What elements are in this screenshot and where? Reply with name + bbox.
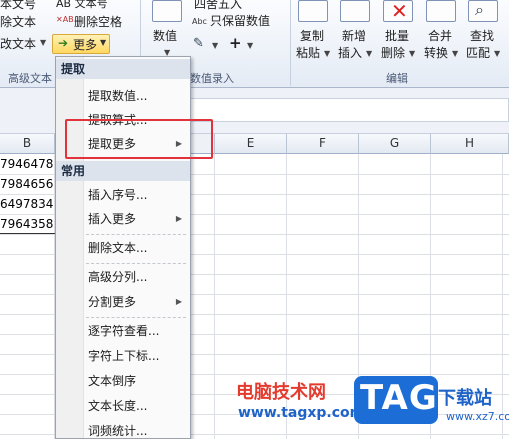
plus-icon[interactable]: + [229,34,242,52]
menu-item-insert-sequence[interactable]: 插入序号... [56,184,190,206]
menu-item-char-view[interactable]: 逐字符查看... [56,320,190,342]
merge-icon[interactable] [426,0,456,22]
menu-item-split-more[interactable]: 分割更多 ▶ [56,291,190,313]
delete-space-icon: ✕AB [56,15,74,24]
formula-input[interactable] [190,98,509,122]
menu-separator [86,234,186,235]
search-icon[interactable]: ⌕ [468,0,498,22]
watermark-site: 下载站 [438,388,492,409]
menu-item-label: 删除文本... [88,241,148,255]
watermark-url: www.tagxp.com [238,405,365,421]
menu-item-advanced-split[interactable]: 高级分列... [56,266,190,288]
number-icon[interactable] [152,0,182,22]
highlight-box [65,119,213,159]
menu-item-label: 分割更多 [88,295,137,309]
chevron-down-icon: ▼ [324,49,331,58]
watermark-title: 电脑技术网 [236,382,326,403]
column-header-b[interactable]: B [0,134,55,154]
copy-button-line2[interactable]: 粘贴 [296,45,320,61]
insert-icon[interactable] [340,0,370,22]
submenu-arrow-icon: ▶ [175,214,182,223]
chevron-down-icon: ▼ [409,49,416,58]
menu-item-label: 文本长度... [88,399,148,413]
insert-button-line1[interactable]: 新增 [342,28,366,44]
column-header-h[interactable]: H [431,134,509,154]
delete-button-line2[interactable]: 删除 [381,45,405,61]
cell-b-3[interactable]: 6497834 [0,194,55,214]
find-button-line1[interactable]: 查找 [470,28,494,44]
menu-item-word-frequency[interactable]: 词频统计... [56,420,190,438]
group-label-advanced-text: 高级文本 [8,72,52,85]
find-button-line2[interactable]: 匹配 [466,45,490,61]
round-button[interactable]: 四舍五入 [194,0,242,12]
menu-separator [86,317,186,318]
menu-item-text-length[interactable]: 文本长度... [56,395,190,417]
more-button[interactable]: ➔ 更多 ▼ [52,34,110,54]
submenu-arrow-icon: ▶ [175,297,182,306]
menu-section-common: 常用 [56,161,190,181]
menu-item-label: 高级分列... [88,270,148,284]
ribbon-item-left-1[interactable]: 除文本 [0,14,36,30]
cell-b-1[interactable]: 7946478 [0,154,55,174]
more-dropdown-menu: 提取 提取数值... 提取算式... 提取更多 ▶ 常用 插入序号... 插入更多… [55,56,191,439]
menu-item-label: 插入序号... [88,188,148,202]
menu-section-extract: 提取 [56,59,190,79]
menu-item-label: 插入更多 [88,212,137,226]
merge-button-line2[interactable]: 转换 [424,45,448,61]
cell-b-4[interactable]: 7964358 [0,214,55,234]
menu-item-label: 字符上下标... [88,349,160,363]
menu-item-insert-more[interactable]: 插入更多 ▶ [56,208,190,230]
ribbon-item-left-0[interactable]: 本文号 [0,0,36,12]
menu-item-superscript[interactable]: 字符上下标... [56,345,190,367]
grid-line [502,154,503,439]
copy-icon[interactable] [298,0,328,22]
chevron-down-icon: ▼ [100,38,107,47]
menu-item-label: 提取数值... [88,89,148,103]
insert-button-line2[interactable]: 插入 [338,45,362,61]
chevron-down-icon: ▼ [212,41,219,50]
more-button-label: 更多 [73,38,98,52]
column-header-f[interactable]: F [287,134,359,154]
magnifier-icon: ⌕ [475,0,484,19]
ribbon-item-left-2[interactable]: 改文本 [0,36,36,52]
delete-space-button[interactable]: 删除空格 [74,14,122,30]
red-x-icon: ✕ [391,0,408,23]
menu-item-extract-number[interactable]: 提取数值... [56,85,190,107]
menu-item-label: 词频统计... [88,424,148,438]
menu-item-reverse-text[interactable]: 文本倒序 [56,370,190,392]
menu-item-label: 逐字符查看... [88,324,160,338]
group-label-number-entry: 数值录入 [190,72,234,85]
column-header-e[interactable]: E [215,134,287,154]
chevron-down-icon: ▼ [247,41,254,50]
chevron-down-icon: ▼ [452,49,459,58]
grid-line [214,154,215,439]
text-button-0[interactable]: AB 文本号 [56,0,108,12]
menu-item-delete-text[interactable]: 删除文本... [56,237,190,259]
chevron-down-icon: ▼ [494,49,501,58]
arrow-right-icon: ➔ [58,36,69,50]
edit-icon[interactable]: ✎ [193,36,204,51]
abc-icon: Abc [192,17,207,26]
group-label-edit: 编辑 [386,72,408,85]
keep-number-button[interactable]: 只保留数值 [210,13,270,29]
merge-button-line1[interactable]: 合并 [428,28,452,44]
column-header-g[interactable]: G [359,134,431,154]
delete-icon[interactable]: ✕ [383,0,413,23]
chevron-down-icon: ▼ [40,38,47,47]
delete-button-line1[interactable]: 批量 [385,28,409,44]
ribbon-separator [290,0,291,86]
copy-button-line1[interactable]: 复制 [300,28,324,44]
watermark-site-url: www.xz7.com [446,410,509,423]
number-button[interactable]: 数值 [153,28,177,44]
menu-separator [86,263,186,264]
cell-b-2[interactable]: 7984656 [0,174,55,194]
chevron-down-icon: ▼ [366,49,373,58]
tag-logo: TAG [354,376,438,424]
menu-item-label: 文本倒序 [88,374,137,388]
tag-logo-text: TAG [360,378,438,418]
